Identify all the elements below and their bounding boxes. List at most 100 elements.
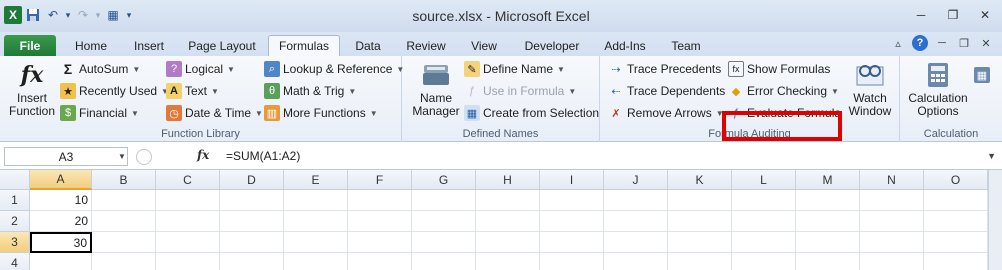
cell-m3[interactable] — [796, 232, 860, 253]
tab-view[interactable]: View — [460, 35, 508, 56]
cell-l2[interactable] — [732, 211, 796, 232]
tab-data[interactable]: Data — [344, 35, 392, 56]
minimize-icon[interactable]: ─ — [910, 6, 932, 24]
cell-l3[interactable] — [732, 232, 796, 253]
cell-b4[interactable] — [92, 253, 156, 270]
cell-n1[interactable] — [860, 190, 924, 211]
column-header-o[interactable]: O — [924, 170, 988, 190]
define-name-button[interactable]: ✎ Define Name ▼ — [464, 60, 565, 78]
error-checking-button[interactable]: ◆ Error Checking ▼ — [728, 82, 839, 100]
name-box-dropdown-icon[interactable]: ▼ — [118, 152, 126, 161]
column-header-b[interactable]: B — [92, 170, 156, 190]
column-header-a[interactable]: A — [30, 170, 92, 190]
cell-n3[interactable] — [860, 232, 924, 253]
cell-i2[interactable] — [540, 211, 604, 232]
cell-b3[interactable] — [92, 232, 156, 253]
cell-e4[interactable] — [284, 253, 348, 270]
cell-a4[interactable] — [30, 253, 92, 270]
cell-m4[interactable] — [796, 253, 860, 270]
row-header-3[interactable]: 3 — [0, 232, 30, 253]
math-trig-button[interactable]: θ Math & Trig ▼ — [264, 82, 356, 100]
cell-e1[interactable] — [284, 190, 348, 211]
cell-o3[interactable] — [924, 232, 988, 253]
column-header-m[interactable]: M — [796, 170, 860, 190]
column-header-e[interactable]: E — [284, 170, 348, 190]
cell-o2[interactable] — [924, 211, 988, 232]
vertical-scrollbar[interactable] — [988, 170, 1002, 270]
watch-window-button[interactable]: Watch Window — [844, 60, 896, 118]
logical-button[interactable]: ? Logical ▼ — [166, 60, 235, 78]
column-header-h[interactable]: H — [476, 170, 540, 190]
restore-icon[interactable]: ❐ — [942, 6, 964, 24]
cell-d3[interactable] — [220, 232, 284, 253]
cell-c1[interactable] — [156, 190, 220, 211]
cell-h4[interactable] — [476, 253, 540, 270]
cell-g4[interactable] — [412, 253, 476, 270]
cell-a1[interactable]: 10 — [30, 190, 92, 211]
column-header-k[interactable]: K — [668, 170, 732, 190]
workbook-minimize-icon[interactable]: ─ — [934, 35, 950, 51]
cell-k3[interactable] — [668, 232, 732, 253]
tab-file[interactable]: File — [4, 35, 56, 56]
cell-d4[interactable] — [220, 253, 284, 270]
cell-k4[interactable] — [668, 253, 732, 270]
select-all-corner[interactable] — [0, 170, 30, 190]
minimize-ribbon-icon[interactable]: ▵ — [890, 35, 906, 51]
calculate-now-button[interactable]: ▦ — [974, 66, 990, 84]
cell-f2[interactable] — [348, 211, 412, 232]
tab-insert[interactable]: Insert — [122, 35, 176, 56]
cell-a2[interactable]: 20 — [30, 211, 92, 232]
cell-j1[interactable] — [604, 190, 668, 211]
close-icon[interactable]: ✕ — [974, 6, 996, 24]
workbook-restore-icon[interactable]: ❐ — [956, 35, 972, 51]
column-header-f[interactable]: F — [348, 170, 412, 190]
column-header-n[interactable]: N — [860, 170, 924, 190]
cell-f3[interactable] — [348, 232, 412, 253]
cell-c3[interactable] — [156, 232, 220, 253]
lookup-reference-button[interactable]: ⌕ Lookup & Reference ▼ — [264, 60, 404, 78]
expand-formula-bar-icon[interactable]: ▼ — [987, 151, 996, 161]
tab-formulas[interactable]: Formulas — [268, 35, 340, 56]
cell-n2[interactable] — [860, 211, 924, 232]
cell-l1[interactable] — [732, 190, 796, 211]
cell-i4[interactable] — [540, 253, 604, 270]
column-header-i[interactable]: I — [540, 170, 604, 190]
cell-b1[interactable] — [92, 190, 156, 211]
cell-o4[interactable] — [924, 253, 988, 270]
cell-g1[interactable] — [412, 190, 476, 211]
cell-f4[interactable] — [348, 253, 412, 270]
cell-h2[interactable] — [476, 211, 540, 232]
calculation-options-button[interactable]: Calculation Options — [904, 60, 972, 118]
cell-j2[interactable] — [604, 211, 668, 232]
workbook-close-icon[interactable]: ✕ — [978, 35, 994, 51]
insert-function-button[interactable]: fx Insert Function — [6, 60, 58, 118]
column-header-j[interactable]: J — [604, 170, 668, 190]
cell-m2[interactable] — [796, 211, 860, 232]
cell-e3[interactable] — [284, 232, 348, 253]
tab-review[interactable]: Review — [398, 35, 454, 56]
cell-b2[interactable] — [92, 211, 156, 232]
cell-f1[interactable] — [348, 190, 412, 211]
cell-k2[interactable] — [668, 211, 732, 232]
cell-j4[interactable] — [604, 253, 668, 270]
row-header-4[interactable]: 4 — [0, 253, 30, 270]
cell-o1[interactable] — [924, 190, 988, 211]
evaluate-formula-button[interactable]: ƒ Evaluate Formula — [728, 104, 841, 122]
help-icon[interactable]: ? — [912, 35, 928, 51]
cell-a3[interactable]: 30 — [30, 232, 92, 253]
row-header-2[interactable]: 2 — [0, 211, 30, 232]
cell-n4[interactable] — [860, 253, 924, 270]
cell-g3[interactable] — [412, 232, 476, 253]
cell-h1[interactable] — [476, 190, 540, 211]
autosum-button[interactable]: Σ AutoSum ▼ — [60, 60, 140, 78]
cell-d1[interactable] — [220, 190, 284, 211]
tab-team[interactable]: Team — [662, 35, 710, 56]
text-button[interactable]: A Text ▼ — [166, 82, 219, 100]
name-box[interactable]: A3 — [4, 147, 128, 166]
cell-i3[interactable] — [540, 232, 604, 253]
remove-arrows-button[interactable]: ✗ Remove Arrows ▼ — [608, 104, 723, 122]
cell-j3[interactable] — [604, 232, 668, 253]
column-header-d[interactable]: D — [220, 170, 284, 190]
tab-home[interactable]: Home — [66, 35, 116, 56]
cell-i1[interactable] — [540, 190, 604, 211]
